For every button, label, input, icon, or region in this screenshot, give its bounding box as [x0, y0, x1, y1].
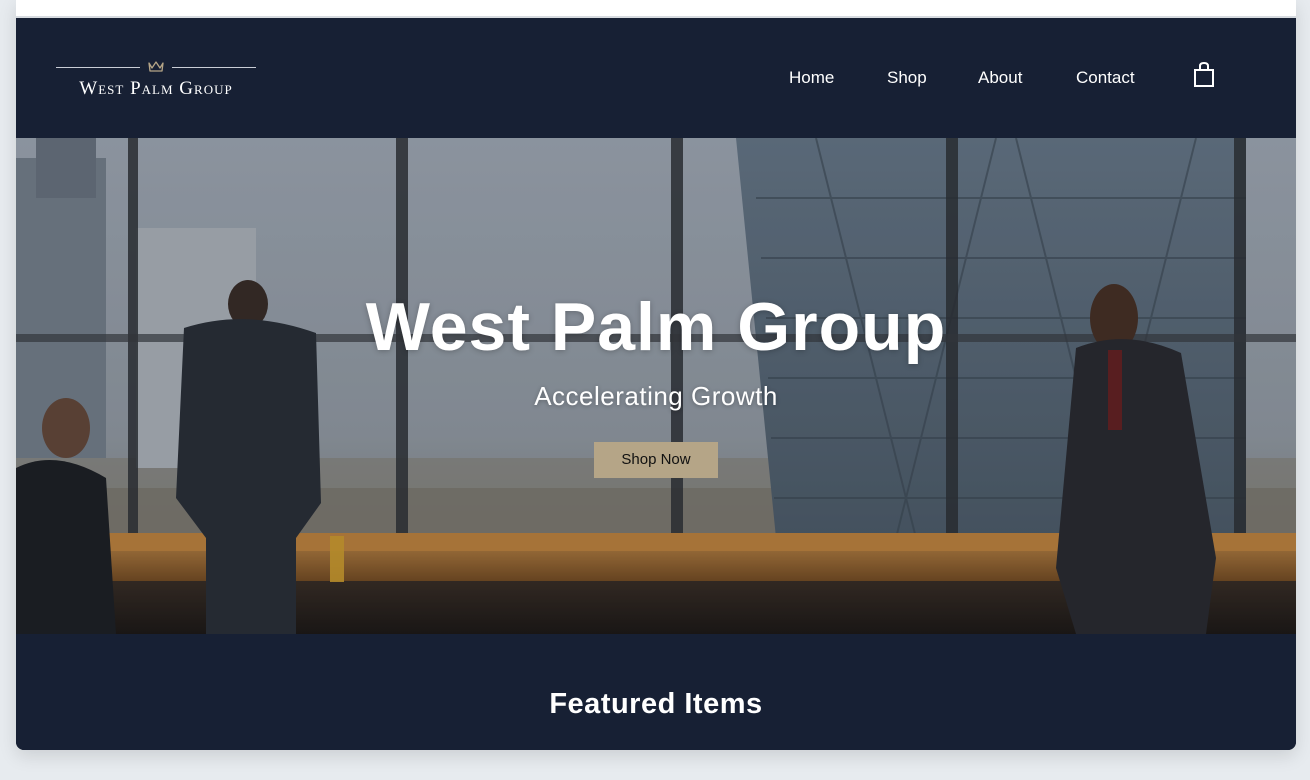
hero-banner: West Palm Group Accelerating Growth Shop…	[16, 138, 1296, 634]
site-frame: West Palm Group Home Shop About Contact	[16, 0, 1296, 750]
featured-section: Featured Items	[16, 634, 1296, 750]
main-nav: Home Shop About Contact	[16, 66, 1296, 90]
shopping-bag-icon	[1194, 61, 1214, 87]
nav-contact[interactable]: Contact	[1076, 66, 1135, 90]
top-strip	[16, 0, 1296, 18]
hero-subtitle: Accelerating Growth	[534, 381, 778, 411]
featured-title: Featured Items	[549, 688, 763, 720]
nav-about[interactable]: About	[978, 66, 1022, 90]
site-header: West Palm Group Home Shop About Contact	[16, 18, 1296, 138]
nav-home[interactable]: Home	[789, 66, 834, 90]
hero-title: West Palm Group	[365, 289, 947, 365]
shop-now-button[interactable]: Shop Now	[594, 442, 718, 478]
cart-button[interactable]	[1192, 60, 1216, 90]
nav-shop[interactable]: Shop	[887, 66, 927, 90]
